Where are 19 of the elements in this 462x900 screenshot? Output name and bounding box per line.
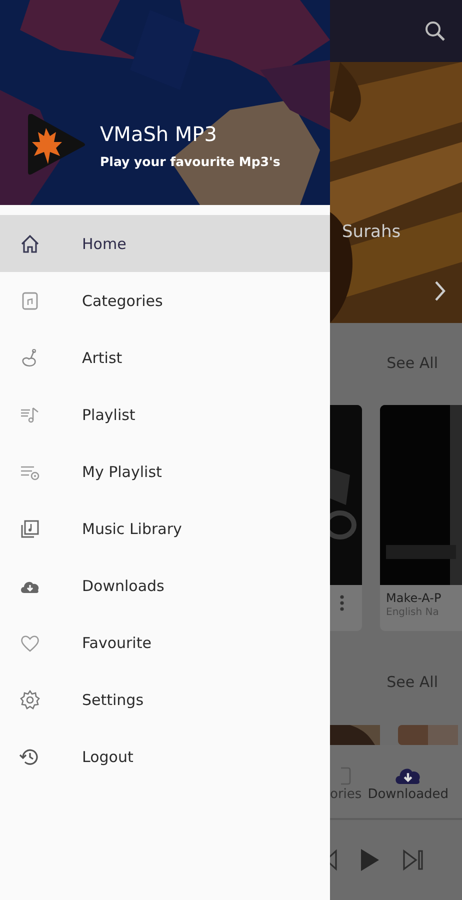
- play-icon[interactable]: [360, 848, 380, 872]
- menu-item[interactable]: Settings: [0, 671, 330, 728]
- banner-title: Surahs: [342, 222, 401, 242]
- menu-item[interactable]: Music Library: [0, 500, 330, 557]
- menu-item[interactable]: Home: [0, 215, 330, 272]
- menu-item[interactable]: Categories: [0, 272, 330, 329]
- menu-item[interactable]: Artist: [0, 329, 330, 386]
- cloud-download-icon: [395, 768, 422, 785]
- search-icon[interactable]: [424, 20, 446, 42]
- menu-item[interactable]: Downloads: [0, 557, 330, 614]
- menu-item[interactable]: My Playlist: [0, 443, 330, 500]
- next-icon[interactable]: [402, 849, 424, 871]
- card-title: Make-A-P: [385, 590, 442, 605]
- menu-item[interactable]: Logout: [0, 728, 330, 785]
- chevron-right-icon[interactable]: [434, 280, 446, 302]
- settings-icon: [18, 688, 42, 712]
- menu-item[interactable]: Playlist: [0, 386, 330, 443]
- menu-item[interactable]: Favourite: [0, 614, 330, 671]
- more-icon[interactable]: [340, 595, 344, 611]
